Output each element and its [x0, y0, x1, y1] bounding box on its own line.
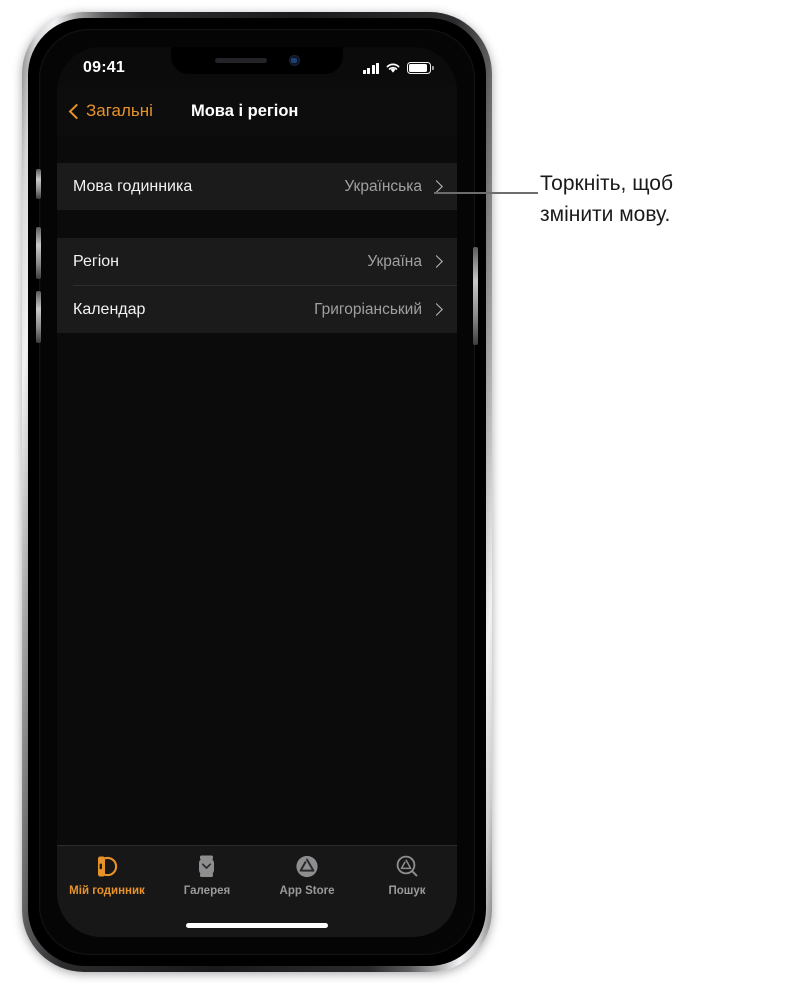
row-label: Календар [73, 300, 146, 318]
chevron-right-icon [430, 303, 443, 316]
chevron-right-icon [430, 255, 443, 268]
row-label: Регіон [73, 252, 119, 270]
tab-label: Пошук [388, 885, 426, 897]
device-screen-bezel: 09:41 Загальні Мова і регіон Мова годинн… [36, 29, 478, 955]
battery-full-icon [407, 62, 434, 74]
settings-list: Мова годинника Українська Регіон Україна [57, 135, 457, 845]
volume-down-button[interactable] [36, 291, 41, 343]
status-bar-time: 09:41 [83, 59, 125, 76]
front-camera-icon [288, 55, 300, 66]
search-app-store-icon [394, 853, 420, 880]
phone-screen: 09:41 Загальні Мова і регіон Мова годинн… [57, 47, 457, 937]
list-top-spacer [57, 135, 457, 163]
tab-label: Мій годинник [69, 885, 145, 897]
power-button[interactable] [473, 247, 478, 345]
chevron-left-icon [68, 103, 85, 119]
app-store-icon [294, 853, 320, 880]
home-indicator[interactable] [186, 923, 328, 928]
list-group-spacer [57, 210, 457, 238]
callout-leader-line [434, 192, 538, 194]
callout-line-2: змінити мову. [540, 203, 671, 226]
settings-group-region: Регіон Україна Календар Григоріанський [57, 238, 457, 333]
wifi-icon [386, 63, 400, 73]
mute-switch[interactable] [36, 169, 41, 199]
row-label: Мова годинника [73, 177, 193, 195]
row-calendar[interactable]: Календар Григоріанський [57, 286, 457, 333]
watch-icon [94, 853, 120, 880]
watch-face-gallery-icon [195, 853, 219, 880]
notch [171, 47, 343, 74]
row-watch-language[interactable]: Мова годинника Українська [57, 163, 457, 210]
volume-up-button[interactable] [36, 227, 41, 279]
tab-label: App Store [279, 885, 335, 897]
back-button[interactable]: Загальні [68, 101, 153, 121]
settings-group-language: Мова годинника Українська [57, 163, 457, 210]
tab-label: Галерея [183, 885, 231, 897]
callout-annotation: Торкніть, щоб змінити мову. [540, 168, 770, 230]
tab-gallery[interactable]: Галерея [157, 853, 257, 897]
iphone-device-frame: 09:41 Загальні Мова і регіон Мова годинн… [22, 12, 492, 972]
row-value: Григоріанський [314, 300, 422, 318]
row-value: Українська [344, 177, 422, 195]
row-region[interactable]: Регіон Україна [57, 238, 457, 285]
row-value: Україна [367, 252, 422, 270]
tab-my-watch[interactable]: Мій годинник [57, 853, 157, 897]
tab-app-store[interactable]: App Store [257, 853, 357, 897]
earpiece-speaker [214, 58, 267, 63]
status-bar-icons [362, 62, 434, 74]
page-title: Мова і регіон [190, 101, 299, 120]
navigation-bar: Загальні Мова і регіон [57, 87, 457, 135]
back-button-label: Загальні [86, 101, 153, 120]
device-inner-bezel: 09:41 Загальні Мова і регіон Мова годинн… [28, 18, 486, 966]
tab-search[interactable]: Пошук [357, 853, 457, 897]
callout-line-1: Торкніть, щоб [540, 172, 673, 195]
cellular-signal-icon [362, 62, 379, 74]
chevron-right-icon [430, 180, 443, 193]
